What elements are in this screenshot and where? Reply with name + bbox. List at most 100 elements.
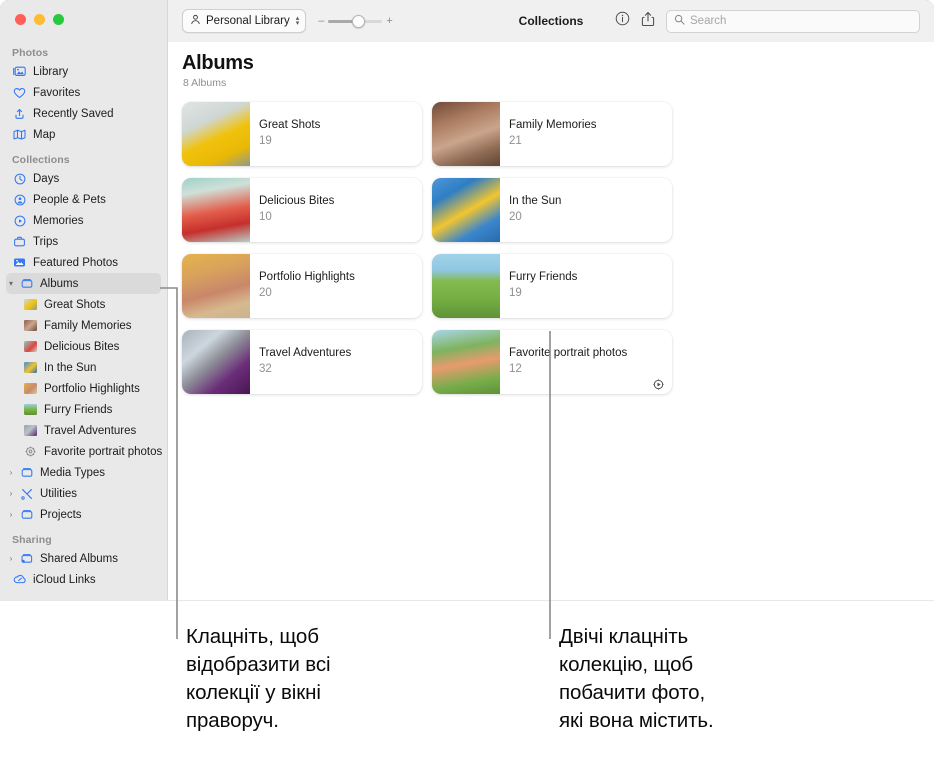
zoom-in-label[interactable]: + bbox=[386, 15, 392, 27]
album-card-body: Portfolio Highlights 20 bbox=[250, 254, 422, 318]
sidebar-item-in-the-sun[interactable]: In the Sun bbox=[6, 357, 161, 378]
info-icon[interactable] bbox=[615, 11, 630, 31]
sidebar-item-label: Memories bbox=[33, 214, 84, 227]
sidebar: Photos Library Favorites Recently Saved … bbox=[0, 0, 168, 600]
page-subtitle: 8 Albums bbox=[183, 77, 227, 89]
search-input-placeholder[interactable]: Search bbox=[690, 15, 726, 27]
sidebar-item-label: Utilities bbox=[40, 487, 78, 500]
minimize-button[interactable] bbox=[34, 14, 45, 25]
sidebar-item-media-types[interactable]: › Media Types bbox=[6, 462, 161, 483]
memories-icon bbox=[12, 214, 27, 227]
chevron-right-icon[interactable]: › bbox=[6, 489, 16, 498]
album-count: 12 bbox=[509, 363, 522, 375]
sidebar-item-favorites[interactable]: Favorites bbox=[6, 82, 161, 103]
album-card-delicious-bites[interactable]: Delicious Bites 10 bbox=[182, 178, 422, 242]
photos-window: Photos Library Favorites Recently Saved … bbox=[0, 0, 934, 600]
album-cover-image bbox=[432, 330, 500, 394]
search-field[interactable]: Search bbox=[666, 9, 920, 33]
person-icon bbox=[190, 14, 201, 28]
sidebar-item-icloud-links[interactable]: iCloud Links bbox=[6, 569, 161, 590]
sidebar-item-label: Great Shots bbox=[44, 298, 106, 311]
sidebar-group-sharing: › Shared Albums iCloud Links bbox=[0, 548, 167, 590]
sidebar-item-furry-friends[interactable]: Furry Friends bbox=[6, 399, 161, 420]
album-icon bbox=[19, 466, 34, 479]
sidebar-item-trips[interactable]: Trips bbox=[6, 231, 161, 252]
zoom-slider-track[interactable] bbox=[328, 15, 383, 28]
album-card-family-memories[interactable]: Family Memories 21 bbox=[432, 102, 672, 166]
album-count: 19 bbox=[259, 135, 272, 147]
heart-icon bbox=[12, 86, 27, 99]
chevron-right-icon[interactable]: › bbox=[6, 510, 16, 519]
sidebar-item-projects[interactable]: › Projects bbox=[6, 504, 161, 525]
album-cover-image bbox=[182, 330, 250, 394]
gear-icon bbox=[24, 446, 37, 457]
album-card-furry-friends[interactable]: Furry Friends 19 bbox=[432, 254, 672, 318]
album-count: 20 bbox=[259, 287, 272, 299]
sidebar-item-featured-photos[interactable]: Featured Photos bbox=[6, 252, 161, 273]
sidebar-item-library[interactable]: Library bbox=[6, 61, 161, 82]
album-card-favorite-portrait-photos[interactable]: Favorite portrait photos 12 bbox=[432, 330, 672, 394]
sidebar-section-collections: Collections bbox=[12, 154, 70, 166]
album-cover-image bbox=[182, 178, 250, 242]
sidebar-item-label: Travel Adventures bbox=[44, 424, 137, 437]
chevron-down-icon[interactable]: ▾ bbox=[6, 279, 16, 288]
sidebar-item-delicious-bites[interactable]: Delicious Bites bbox=[6, 336, 161, 357]
sidebar-item-shared-albums[interactable]: › Shared Albums bbox=[6, 548, 161, 569]
sidebar-item-label: Recently Saved bbox=[33, 107, 114, 120]
album-card-body: Family Memories 21 bbox=[500, 102, 672, 166]
chevron-right-icon[interactable]: › bbox=[6, 468, 16, 477]
album-card-travel-adventures[interactable]: Travel Adventures 32 bbox=[182, 330, 422, 394]
sidebar-item-albums[interactable]: ▾ Albums bbox=[6, 273, 161, 294]
album-card-body: Delicious Bites 10 bbox=[250, 178, 422, 242]
chevron-right-icon[interactable]: › bbox=[6, 554, 16, 563]
map-icon bbox=[12, 128, 27, 141]
content-area: Albums 8 Albums Great Shots 19 Family Me… bbox=[168, 42, 934, 600]
album-cover-image bbox=[182, 254, 250, 318]
search-icon bbox=[674, 14, 685, 28]
album-card-body: In the Sun 20 bbox=[500, 178, 672, 242]
album-thumb-icon bbox=[24, 362, 37, 373]
share-icon[interactable] bbox=[641, 11, 655, 32]
callout-text-right: Двічі клацніть колекцію, щоб побачити фо… bbox=[559, 625, 714, 732]
sidebar-item-label: Featured Photos bbox=[33, 256, 119, 269]
sidebar-item-days[interactable]: Days bbox=[6, 168, 161, 189]
sidebar-item-label: In the Sun bbox=[44, 361, 97, 374]
album-card-portfolio-highlights[interactable]: Portfolio Highlights 20 bbox=[182, 254, 422, 318]
window-controls[interactable] bbox=[15, 14, 64, 25]
sidebar-item-travel-adventures[interactable]: Travel Adventures bbox=[6, 420, 161, 441]
sidebar-item-memories[interactable]: Memories bbox=[6, 210, 161, 231]
sidebar-item-label: Furry Friends bbox=[44, 403, 113, 416]
album-card-body: Furry Friends 19 bbox=[500, 254, 672, 318]
sidebar-item-utilities[interactable]: › Utilities bbox=[6, 483, 161, 504]
toolbar: Personal Library ▴ ▾ – + Collections Sea… bbox=[168, 0, 934, 43]
sidebar-item-recently-saved[interactable]: Recently Saved bbox=[6, 103, 161, 124]
sidebar-item-label: Favorite portrait photos bbox=[44, 445, 163, 458]
sidebar-item-label: Media Types bbox=[40, 466, 105, 479]
sidebar-item-favorite-portrait-photos[interactable]: Favorite portrait photos bbox=[6, 441, 163, 462]
shared-album-icon bbox=[19, 552, 34, 565]
sidebar-item-map[interactable]: Map bbox=[6, 124, 161, 145]
album-title: Family Memories bbox=[509, 119, 597, 131]
album-card-body: Great Shots 19 bbox=[250, 102, 422, 166]
zoom-slider-knob[interactable] bbox=[352, 15, 366, 28]
close-button[interactable] bbox=[15, 14, 26, 25]
zoom-out-label[interactable]: – bbox=[318, 15, 324, 27]
sidebar-item-great-shots[interactable]: Great Shots bbox=[6, 294, 161, 315]
album-card-in-the-sun[interactable]: In the Sun 20 bbox=[432, 178, 672, 242]
album-count: 10 bbox=[259, 211, 272, 223]
sidebar-group-photos: Library Favorites Recently Saved Map bbox=[0, 61, 167, 145]
album-icon bbox=[19, 508, 34, 521]
album-card-great-shots[interactable]: Great Shots 19 bbox=[182, 102, 422, 166]
zoom-button[interactable] bbox=[53, 14, 64, 25]
sidebar-item-label: Favorites bbox=[33, 86, 81, 99]
library-selector[interactable]: Personal Library ▴ ▾ bbox=[182, 9, 307, 33]
album-thumb-icon bbox=[24, 320, 37, 331]
zoom-slider[interactable]: – + bbox=[318, 15, 393, 28]
utilities-icon bbox=[19, 487, 34, 500]
person-circle-icon bbox=[12, 193, 27, 206]
sidebar-item-family-memories[interactable]: Family Memories bbox=[6, 315, 161, 336]
sidebar-item-people-pets[interactable]: People & Pets bbox=[6, 189, 161, 210]
sidebar-albums-children: Great Shots Family Memories Delicious Bi… bbox=[0, 294, 167, 462]
sidebar-item-portfolio-highlights[interactable]: Portfolio Highlights bbox=[6, 378, 161, 399]
suitcase-icon bbox=[12, 235, 27, 248]
